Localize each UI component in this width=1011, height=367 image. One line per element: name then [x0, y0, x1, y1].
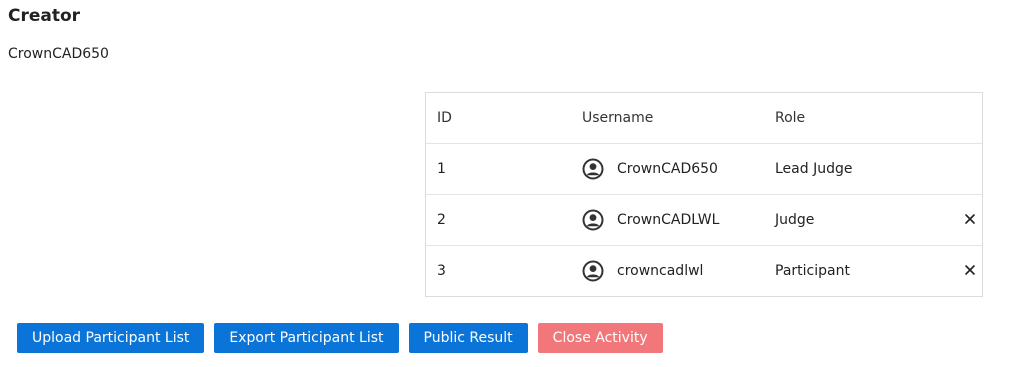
row-username: CrownCAD650: [617, 161, 718, 177]
row-role: Participant: [775, 263, 850, 279]
table-row: 2 CrownCADLWL Judge: [426, 195, 982, 246]
row-username: crowncadlwl: [617, 263, 704, 279]
row-role: Judge: [775, 212, 815, 228]
remove-participant-close-icon[interactable]: [963, 212, 977, 226]
section-title: Creator: [8, 6, 81, 26]
public-result-button[interactable]: Public Result: [408, 323, 528, 353]
creator-name: CrownCAD650: [8, 46, 109, 62]
row-username: CrownCADLWL: [617, 212, 720, 228]
close-activity-button[interactable]: Close Activity: [537, 323, 663, 353]
user-circle-icon: [582, 158, 604, 180]
row-role: Lead Judge: [775, 161, 853, 177]
export-participant-list-button[interactable]: Export Participant List: [214, 323, 399, 353]
upload-participant-list-button[interactable]: Upload Participant List: [17, 323, 205, 353]
column-header-username: Username: [582, 110, 654, 126]
row-id: 1: [437, 161, 446, 177]
remove-participant-close-icon[interactable]: [963, 263, 977, 277]
column-header-role: Role: [775, 110, 806, 126]
user-circle-icon: [582, 260, 604, 282]
user-circle-icon: [582, 209, 604, 231]
table-row: 1 CrownCAD650 Lead Judge: [426, 144, 982, 195]
row-username-cell: CrownCAD650: [582, 144, 718, 194]
column-header-id: ID: [437, 110, 452, 126]
action-bar: Upload Participant List Export Participa…: [17, 323, 673, 353]
row-id: 2: [437, 212, 446, 228]
row-id: 3: [437, 263, 446, 279]
table-header-row: ID Username Role: [426, 93, 982, 144]
participant-table: ID Username Role 1 CrownCAD650 Lead Judg…: [425, 92, 983, 297]
row-username-cell: crowncadlwl: [582, 246, 703, 296]
table-row: 3 crowncadlwl Participant: [426, 246, 982, 296]
row-username-cell: CrownCADLWL: [582, 195, 719, 245]
